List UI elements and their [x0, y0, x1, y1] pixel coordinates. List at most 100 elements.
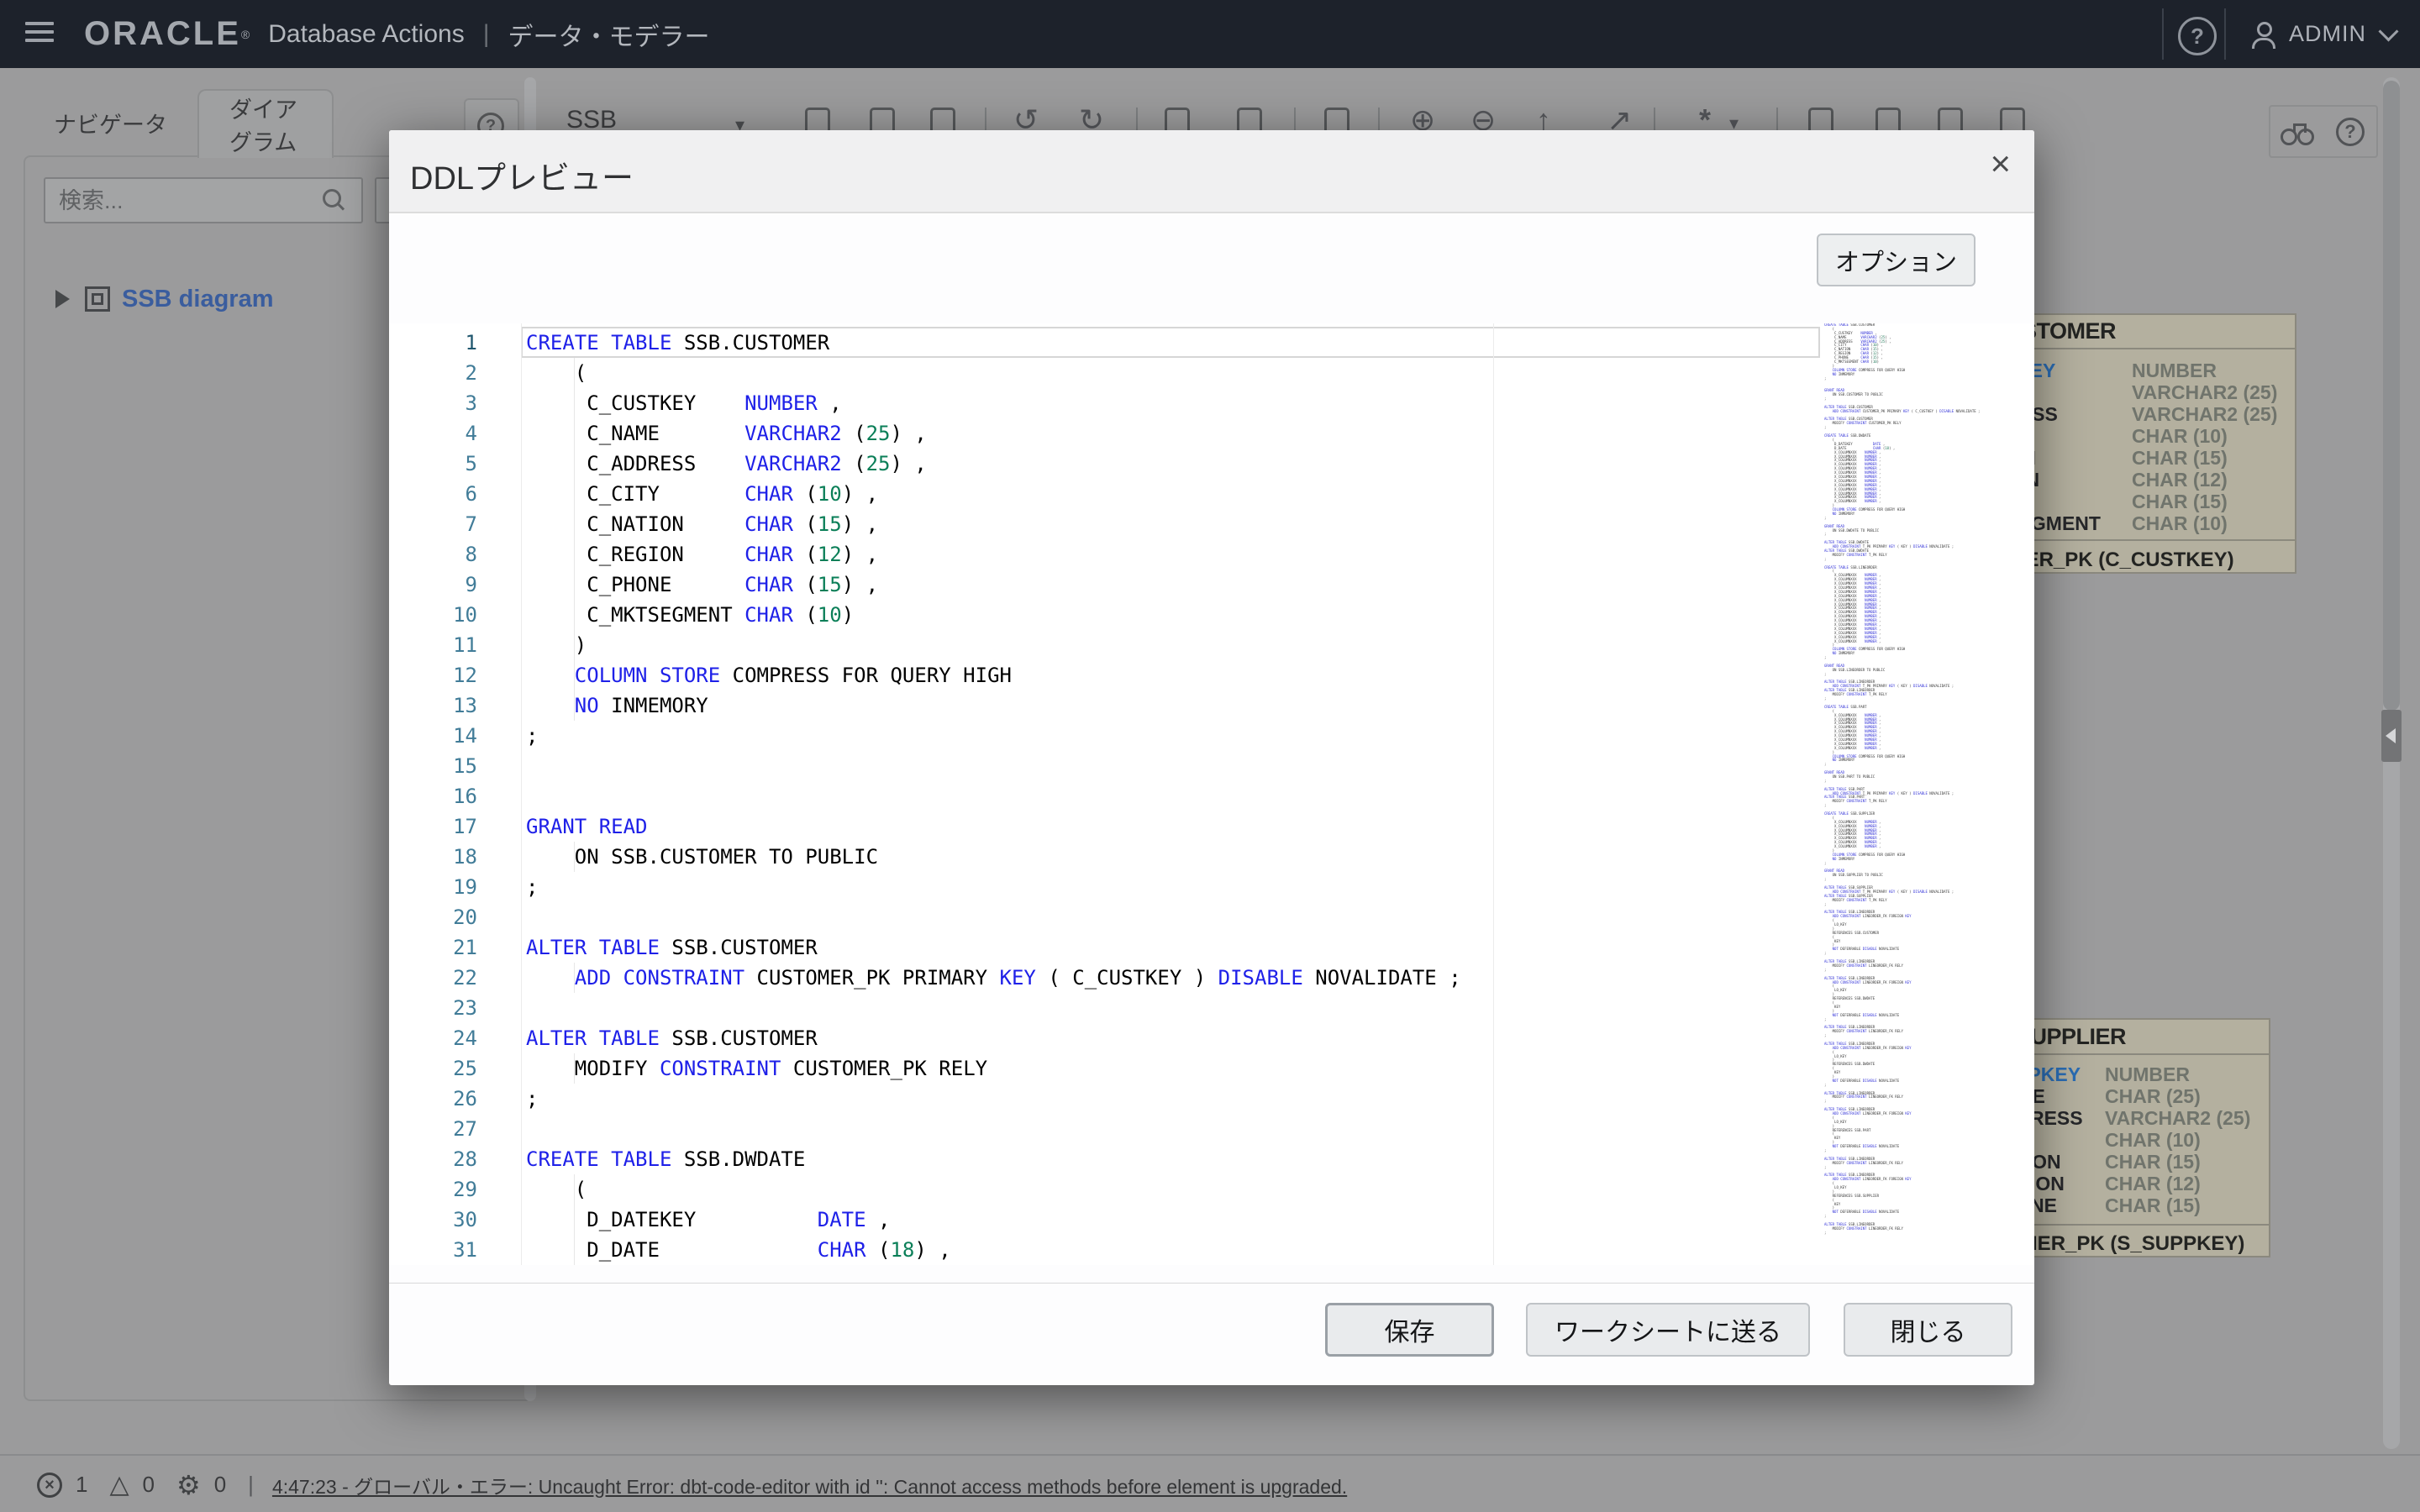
left-panel-tabs: ナビゲータダイアグラム [24, 89, 334, 156]
code-line: C_MKTSEGMENT CHAR (10) [526, 600, 854, 630]
global-error-log-link[interactable]: 4:47:23 - グローバル・エラー: Uncaught Error: dbt… [272, 1471, 1347, 1499]
indent-guide [574, 509, 575, 539]
line-number: 21 [414, 932, 477, 963]
canvas-scrollbar-thumb[interactable] [2383, 81, 2400, 711]
dialog-title: DDLプレビュー [410, 152, 634, 198]
help-icon[interactable]: ? [2178, 17, 2217, 55]
help-icon[interactable]: ? [2336, 118, 2365, 146]
job-count: 0 [214, 1472, 226, 1498]
line-number: 8 [414, 539, 477, 570]
indent-guide [574, 539, 575, 570]
line-number: 19 [414, 872, 477, 902]
code-line: C_NATION CHAR (15) , [526, 509, 878, 539]
hamburger-menu-icon[interactable] [25, 22, 54, 45]
close-icon[interactable]: × [1990, 144, 2011, 184]
line-number: 18 [414, 842, 477, 872]
code-line: ALTER TABLE SSB.CUSTOMER [526, 932, 818, 963]
line-number: 5 [414, 449, 477, 479]
expand-arrow-icon[interactable] [55, 290, 70, 308]
page-title: データ・モデラー [508, 16, 710, 53]
chevron-down-icon [2378, 21, 2398, 41]
app-name: Database Actions [268, 20, 464, 49]
indent-guide [574, 630, 575, 660]
oracle-logo: ORACLE [84, 15, 241, 53]
code-line: ; [526, 872, 538, 902]
code-line: ; [526, 1084, 538, 1114]
jobs-gear-icon[interactable]: ⚙ [176, 1472, 201, 1499]
indent-guide [574, 1235, 575, 1265]
app-header: ORACLE ® Database Actions | データ・モデラー ? A… [0, 0, 2420, 68]
code-line: COLUMN STORE COMPRESS FOR QUERY HIGH [526, 660, 1012, 690]
save-button[interactable]: 保存 [1325, 1303, 1494, 1357]
header-divider [2224, 8, 2226, 60]
close-button[interactable]: 閉じる [1844, 1303, 2012, 1357]
code-line: ) [526, 630, 587, 660]
indent-guide [574, 690, 575, 721]
line-number: 24 [414, 1023, 477, 1053]
brand: ORACLE ® Database Actions | データ・モデラー [84, 0, 710, 68]
code-line: ( [526, 1174, 587, 1205]
collapse-panel-handle[interactable] [2381, 710, 2402, 762]
indent-guide [574, 600, 575, 630]
line-number: 1 [414, 328, 477, 358]
code-line: ADD CONSTRAINT CUSTOMER_PK PRIMARY KEY (… [526, 963, 1461, 993]
code-line: MODIFY CONSTRAINT CUSTOMER_PK RELY [526, 1053, 987, 1084]
code-line: ON SSB.CUSTOMER TO PUBLIC [526, 842, 878, 872]
indent-guide [574, 1205, 575, 1235]
line-number: 7 [414, 509, 477, 539]
ddl-code-editor[interactable]: 1234567891011121314151617181920212223242… [389, 323, 2034, 1265]
line-number: 14 [414, 721, 477, 751]
line-number: 29 [414, 1174, 477, 1205]
tab-navigator[interactable]: ナビゲータ [24, 89, 197, 156]
diagram-icon [85, 286, 110, 312]
code-line: D_DATE CHAR (18) , [526, 1235, 951, 1265]
code-line: CREATE TABLE SSB.DWDATE [526, 1144, 805, 1174]
search-input[interactable] [57, 182, 321, 220]
code-line: ; [526, 721, 538, 751]
line-number: 9 [414, 570, 477, 600]
find-icon[interactable] [2281, 118, 2316, 145]
column-ruler [1493, 323, 1494, 1265]
warning-count: 0 [143, 1472, 155, 1498]
line-number: 11 [414, 630, 477, 660]
tab-diagram[interactable]: ダイアグラム [197, 89, 334, 158]
line-number: 10 [414, 600, 477, 630]
indent-guide [574, 418, 575, 449]
line-number: 31 [414, 1235, 477, 1265]
error-count-icon[interactable]: × [37, 1473, 62, 1498]
line-number: 3 [414, 388, 477, 418]
code-line: C_NAME VARCHAR2 (25) , [526, 418, 927, 449]
code-line: C_REGION CHAR (12) , [526, 539, 878, 570]
footer-separator [389, 1283, 2034, 1284]
code-line: C_ADDRESS VARCHAR2 (25) , [526, 449, 927, 479]
warning-icon[interactable]: △ [109, 1473, 129, 1498]
error-count: 1 [76, 1472, 87, 1498]
title-separator: | [483, 20, 490, 49]
indent-guide [574, 842, 575, 872]
registered-mark: ® [241, 22, 250, 47]
screen: ORACLE ® Database Actions | データ・モデラー ? A… [0, 0, 2420, 1512]
line-number: 15 [414, 751, 477, 781]
tree-item-ssb-diagram[interactable]: SSB diagram [55, 281, 274, 318]
chevron-left-icon [2386, 728, 2396, 743]
user-icon [2250, 20, 2277, 49]
options-button[interactable]: オプション [1817, 234, 1975, 286]
gutter-separator [521, 323, 522, 1265]
search-box [44, 177, 363, 223]
send-to-worksheet-button[interactable]: ワークシートに送る [1526, 1303, 1810, 1357]
minimap-line [1824, 1236, 2022, 1240]
code-line: C_PHONE CHAR (15) , [526, 570, 878, 600]
line-number: 28 [414, 1144, 477, 1174]
indent-guide [574, 660, 575, 690]
indent-guide [574, 479, 575, 509]
user-name: ADMIN [2289, 21, 2366, 47]
indent-guide [574, 388, 575, 418]
user-menu[interactable]: ADMIN [2250, 0, 2396, 68]
line-number: 6 [414, 479, 477, 509]
line-number: 23 [414, 993, 477, 1023]
code-line: GRANT READ [526, 811, 648, 842]
code-line: CREATE TABLE SSB.CUSTOMER [526, 328, 829, 358]
line-number: 27 [414, 1114, 477, 1144]
dialog-header: DDLプレビュー × [389, 130, 2034, 213]
minimap[interactable]: CREATE TABLE SSB.CUSTOMER ( C_CUSTKEY NU… [1824, 323, 2022, 1265]
